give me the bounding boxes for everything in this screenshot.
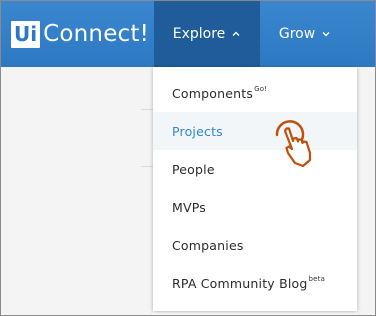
menu-item-label: RPA Community Blog bbox=[172, 275, 308, 291]
menu-item-rpa-community-blog[interactable]: RPA Community Blog beta bbox=[153, 264, 357, 302]
chevron-down-icon bbox=[322, 32, 330, 37]
menu-item-label: MVPs bbox=[172, 199, 206, 215]
menu-item-label: Components bbox=[172, 85, 254, 101]
menu-item-label: Companies bbox=[172, 237, 244, 253]
chevron-up-icon bbox=[232, 31, 240, 36]
nav-explore-label: Explore bbox=[172, 26, 226, 42]
explore-dropdown-menu: Components Go! Projects People MVPs Compa… bbox=[153, 67, 357, 311]
menu-item-label: People bbox=[172, 161, 215, 177]
page-background-right bbox=[357, 67, 375, 315]
menu-item-mvps[interactable]: MVPs bbox=[153, 188, 357, 226]
hand-pointer-click-icon bbox=[275, 120, 312, 168]
menu-item-sup: beta bbox=[308, 275, 326, 283]
page-background bbox=[1, 67, 153, 315]
uiconnect-logo[interactable]: Ui Connect! bbox=[11, 19, 149, 49]
app-window: Ui Connect! Explore Grow Components Go! P… bbox=[0, 0, 376, 316]
menu-item-companies[interactable]: Companies bbox=[153, 226, 357, 264]
logo-badge: Ui bbox=[11, 20, 41, 48]
nav-grow[interactable]: Grow bbox=[260, 1, 350, 67]
menu-item-components[interactable]: Components Go! bbox=[153, 74, 357, 112]
logo-text: Connect! bbox=[43, 21, 150, 47]
menu-item-label: Projects bbox=[172, 123, 223, 139]
background-divider bbox=[141, 109, 153, 167]
nav-explore[interactable]: Explore bbox=[154, 1, 260, 67]
menu-item-sup: Go! bbox=[254, 85, 268, 93]
top-nav-bar: Ui Connect! Explore Grow bbox=[1, 1, 375, 67]
nav-grow-label: Grow bbox=[278, 26, 316, 42]
